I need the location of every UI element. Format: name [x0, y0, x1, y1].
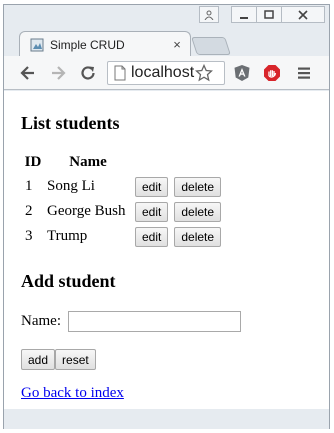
page-content: List students ID Name 1 Song Li edit del… — [4, 91, 329, 409]
adblock-extension-button[interactable] — [262, 63, 282, 83]
page-favicon-icon — [30, 38, 44, 51]
new-tab-button[interactable] — [191, 37, 231, 55]
name-field[interactable] — [68, 311, 241, 332]
maximize-icon — [264, 9, 274, 19]
student-id: 1 — [25, 178, 33, 194]
student-id: 3 — [25, 228, 33, 244]
add-student-heading: Add student — [21, 271, 116, 291]
student-name: Trump — [47, 228, 88, 244]
edit-button[interactable]: edit — [135, 176, 169, 197]
column-header-name: Name — [69, 153, 107, 170]
delete-button[interactable]: delete — [174, 176, 222, 197]
add-button[interactable]: add — [21, 349, 56, 370]
back-arrow-icon — [20, 66, 34, 80]
title-bar: Simple CRUD × — [4, 5, 329, 57]
address-bar[interactable] — [107, 61, 225, 85]
bookmark-star-icon[interactable] — [195, 64, 213, 82]
delete-button[interactable]: delete — [174, 201, 222, 222]
address-input[interactable] — [131, 64, 195, 82]
student-name: Song Li — [47, 178, 95, 194]
menu-button[interactable] — [294, 63, 314, 83]
person-icon — [204, 10, 214, 20]
edit-button[interactable]: edit — [135, 201, 169, 222]
minimize-icon — [240, 16, 248, 19]
page-icon — [114, 65, 126, 81]
table-row: 3 Trump edit delete — [23, 225, 223, 248]
edit-button[interactable]: edit — [135, 226, 169, 247]
back-button[interactable] — [18, 63, 38, 83]
students-table: ID Name 1 Song Li edit delete 2 George B… — [21, 149, 225, 250]
browser-toolbar — [4, 56, 329, 90]
browser-window: Simple CRUD × List students — [3, 4, 330, 429]
tab-title: Simple CRUD — [50, 37, 125, 52]
reset-button[interactable]: reset — [55, 349, 96, 370]
back-to-index-link[interactable]: Go back to index — [21, 385, 124, 402]
adblock-stop-icon — [264, 65, 280, 81]
close-window-button[interactable] — [281, 6, 325, 23]
tab-close-icon[interactable]: × — [168, 37, 186, 52]
student-name: George Bush — [47, 203, 126, 219]
list-students-heading: List students — [21, 113, 120, 133]
table-row: 2 George Bush edit delete — [23, 200, 223, 223]
angular-icon — [234, 65, 250, 81]
tab-simple-crud[interactable]: Simple CRUD × — [19, 31, 191, 57]
table-row: 1 Song Li edit delete — [23, 175, 223, 198]
reload-icon — [81, 66, 95, 80]
minimize-button[interactable] — [231, 6, 257, 23]
student-id: 2 — [25, 203, 33, 219]
forward-button[interactable] — [48, 63, 68, 83]
column-header-id: ID — [24, 153, 42, 170]
window-bottom-frame — [4, 409, 329, 429]
delete-button[interactable]: delete — [174, 226, 222, 247]
angular-extension-button[interactable] — [232, 63, 252, 83]
profile-button[interactable] — [199, 6, 219, 23]
maximize-button[interactable] — [256, 6, 282, 23]
name-label: Name: — [21, 313, 61, 329]
hamburger-menu-icon — [298, 67, 310, 79]
close-icon — [298, 9, 308, 20]
reload-button[interactable] — [78, 63, 98, 83]
table-header-row: ID Name — [23, 151, 223, 173]
forward-arrow-icon — [52, 66, 66, 80]
